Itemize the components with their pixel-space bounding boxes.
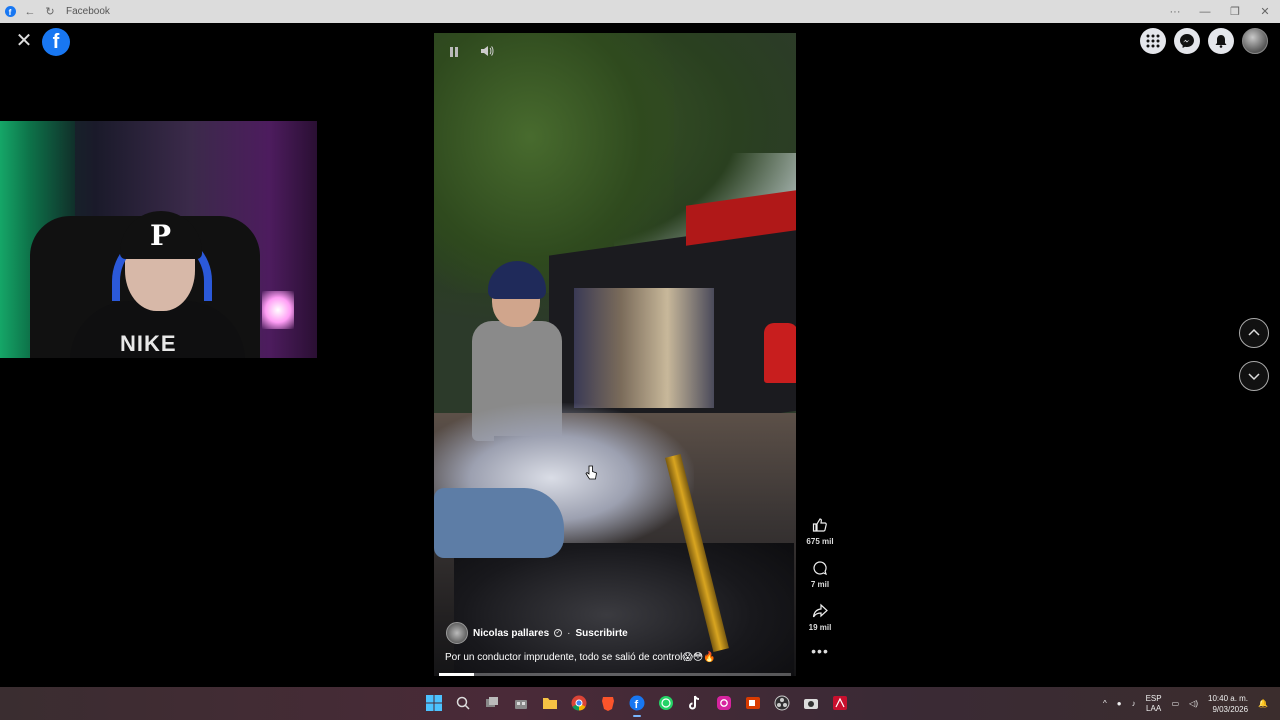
hand-cursor-icon [585,465,597,486]
subscribe-link[interactable]: Suscribirte [576,628,628,639]
microphone-icon[interactable]: ♪ [1132,699,1136,708]
chrome-icon[interactable] [567,691,591,715]
network-icon[interactable]: ▭ [1172,699,1180,708]
reel-video[interactable]: Nicolas pallares ✓ · Suscribirte Por un … [434,33,796,676]
video-progress-bar[interactable] [439,673,791,676]
close-viewer-button[interactable]: ✕ [13,30,35,52]
browser-title-bar: f ← ↻ Facebook ··· — ❐ ✕ [0,0,1280,23]
windows-start-icon[interactable] [422,691,446,715]
share-icon[interactable] [810,601,830,621]
comment-icon[interactable] [810,558,830,578]
thumbs-up-icon[interactable] [810,515,830,535]
security-icon[interactable]: ● [1117,699,1122,708]
next-reel-button[interactable] [1239,361,1269,391]
menu-grid-icon[interactable] [1140,28,1166,54]
webcam-lamp [262,291,294,329]
keyboard-layout-label: LAA [1146,703,1162,713]
acrobat-icon[interactable] [828,691,852,715]
more-options-button[interactable]: ••• [811,644,829,658]
verified-icon: ✓ [554,629,563,637]
clock[interactable]: 10:40 a. m. 9/03/2026 [1208,693,1248,715]
whatsapp-icon[interactable] [654,691,678,715]
instagram-icon[interactable] [712,691,736,715]
window-minimize-button[interactable]: — [1190,0,1220,23]
brave-icon[interactable] [596,691,620,715]
window-maximize-button[interactable]: ❐ [1220,0,1250,23]
speaker-icon[interactable]: ◁) [1189,699,1198,708]
profile-avatar[interactable] [1242,28,1268,54]
notifications-bell-icon[interactable] [1208,28,1234,54]
previous-reel-button[interactable] [1239,318,1269,348]
separator-dot: · [567,627,571,639]
svg-text:f: f [8,8,11,17]
notification-bell-icon[interactable]: 🔔 [1258,699,1268,708]
facebook-logo[interactable]: f [42,28,70,56]
obs-icon[interactable] [770,691,794,715]
office-icon[interactable] [741,691,765,715]
clock-date: 9/03/2026 [1212,704,1249,714]
chevron-up-icon [1248,328,1260,336]
window-more-button[interactable]: ··· [1160,0,1190,23]
facebook-taskbar-icon[interactable]: f [625,691,649,717]
volume-icon[interactable] [480,44,494,61]
pause-icon[interactable] [450,47,460,59]
comment-action[interactable]: 7 mil [810,558,830,601]
reel-actions: 675 mil 7 mil 19 mil ••• [800,515,840,658]
search-icon[interactable] [451,691,475,715]
window-close-button[interactable]: ✕ [1250,0,1280,23]
chevron-up-tray-icon[interactable]: ^ [1103,699,1107,708]
share-count: 19 mil [808,623,832,632]
shirt-logo-text: NIKE [120,331,177,356]
task-view-icon[interactable] [480,691,504,715]
author-avatar[interactable] [446,622,468,644]
cap-logo: P [150,219,172,252]
video-caption: Por un conductor imprudente, todo se sal… [445,652,716,663]
system-tray: ^ ● ♪ ESP LAA ▭ ◁) 10:40 a. m. 9/03/2026… [1103,687,1268,720]
facebook-favicon-icon: f [0,0,20,23]
windows-taskbar: f ^ ● ♪ ESP LAA ▭ ◁) 10:40 a. m. 9/03/20… [0,687,1280,720]
input-language[interactable]: ESP LAA [1146,694,1162,714]
svg-text:f: f [635,699,639,711]
file-explorer-icon[interactable] [538,691,562,715]
messenger-icon[interactable] [1174,28,1200,54]
store-icon[interactable] [509,691,533,715]
clock-time: 10:40 a. m. [1208,693,1249,703]
comment-count: 7 mil [810,580,830,589]
share-action[interactable]: 19 mil [808,601,832,644]
chevron-down-icon [1248,373,1260,381]
language-label: ESP [1145,693,1162,703]
like-count: 675 mil [806,537,834,546]
back-arrow-icon[interactable]: ← [20,0,40,23]
author-name[interactable]: Nicolas pallares [473,628,549,639]
camera-icon[interactable] [799,691,823,715]
top-right-controls [1140,28,1268,54]
reload-icon[interactable]: ↻ [40,0,60,23]
video-progress-fill [439,673,475,676]
video-author: Nicolas pallares ✓ · Suscribirte [446,622,628,644]
webcam-overlay: P NIKE [0,121,317,358]
taskbar-apps: f [422,691,852,717]
tiktok-icon[interactable] [683,691,707,715]
like-action[interactable]: 675 mil [806,515,834,558]
window-title: Facebook [66,6,110,17]
